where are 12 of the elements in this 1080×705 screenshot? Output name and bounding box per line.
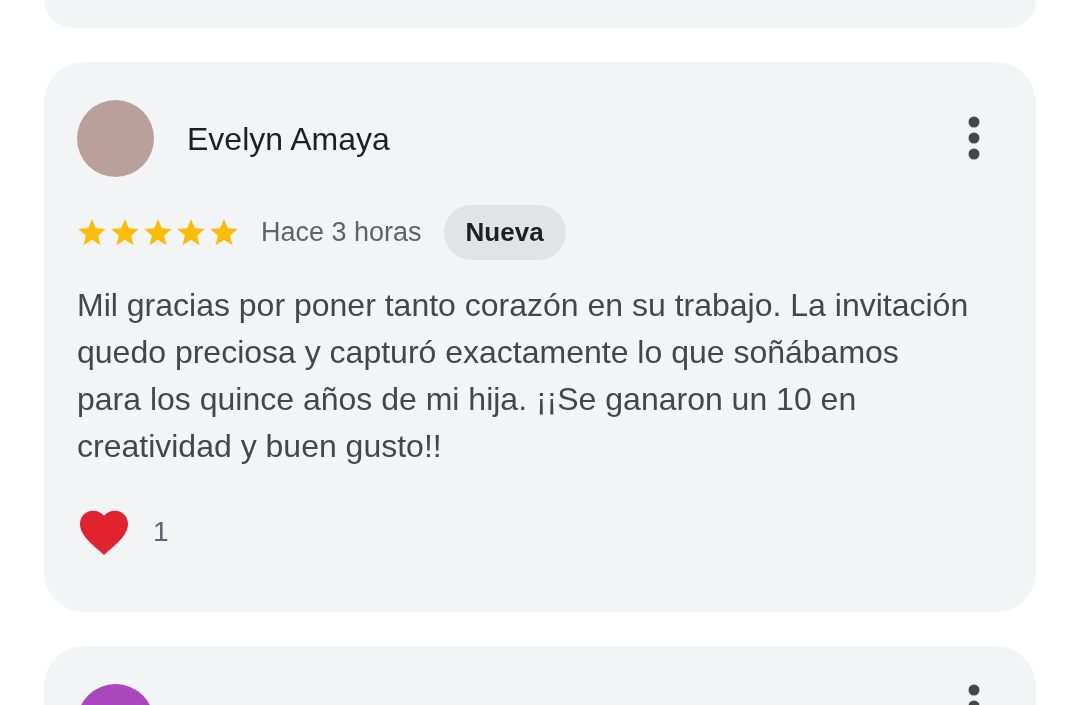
new-badge: Nueva	[443, 205, 566, 260]
review-text: Mil gracias por poner tanto corazón en su trabajo. La invitación quedo preciosa y capturó exactamente lo que soñábamos para los quince años de mi hija. ¡¡Se ganaron un 10 en creatividad y buen gusto!!	[77, 286, 970, 466]
star-icon	[143, 218, 173, 247]
review-time: Hace 3 horas	[261, 216, 422, 250]
star-icon	[110, 218, 140, 247]
star-icon	[176, 218, 206, 247]
star-icon	[209, 218, 239, 247]
reviewer-name: Evelyn Amaya	[187, 119, 391, 159]
heart-icon[interactable]	[77, 508, 131, 556]
more-options-icon[interactable]	[968, 115, 980, 162]
reaction-count: 1	[153, 515, 169, 549]
star-icon	[77, 218, 107, 247]
